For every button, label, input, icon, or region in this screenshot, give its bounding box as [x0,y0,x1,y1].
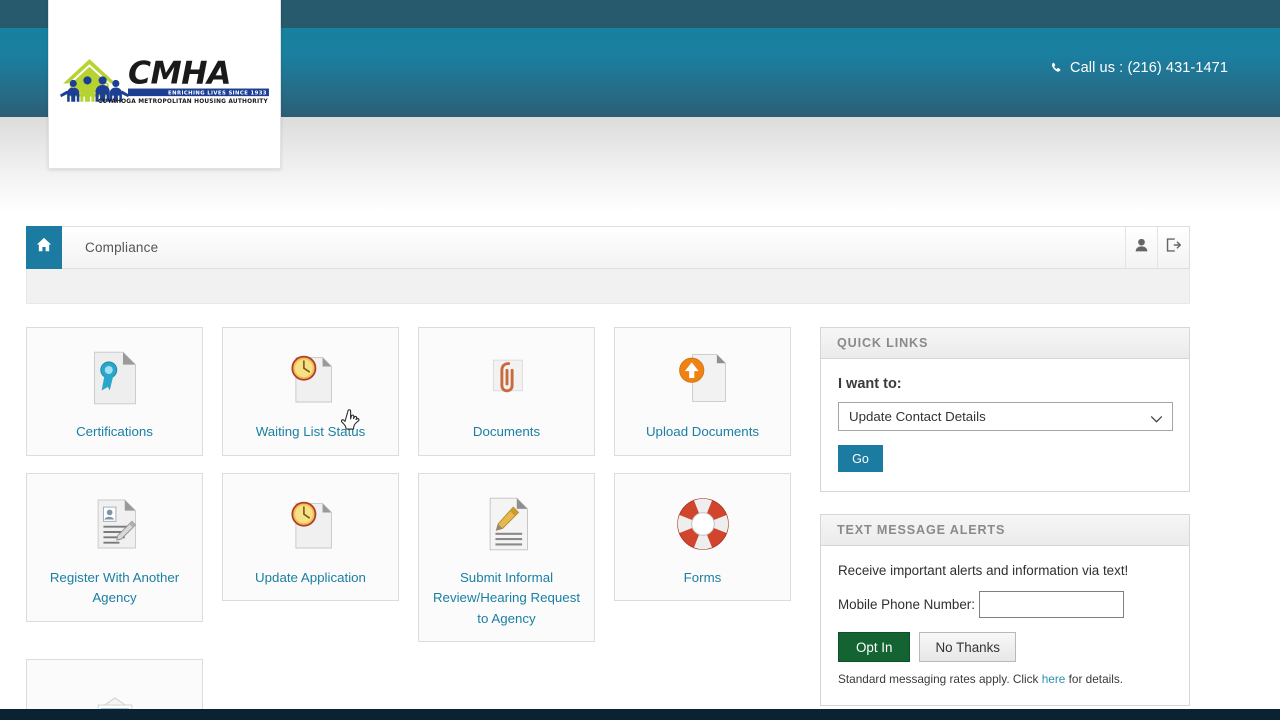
certificate-document-icon [35,344,194,412]
quick-links-select[interactable]: Update Contact Details [838,402,1173,431]
tile-label: Register With Another Agency [35,568,194,609]
tiles-row-1: Certifications Waiting L [26,327,801,456]
tiles-row-2: Register With Another Agency [26,473,801,643]
clock-document-icon [231,490,390,558]
text-alerts-buttons: Opt In No Thanks [838,632,1172,662]
text-alerts-body: Receive important alerts and information… [821,546,1189,705]
breadcrumb-actions [1125,227,1189,268]
chevron-down-icon [1150,412,1163,427]
tile-documents[interactable]: Documents [418,327,595,456]
user-account-button[interactable] [1125,227,1157,268]
side-panels: QUICK LINKS I want to: Update Contact De… [820,327,1190,720]
breadcrumb: Compliance [26,226,1190,269]
fine-print-before: Standard messaging rates apply. Click [838,672,1042,686]
bottom-bar [0,709,1280,720]
go-button[interactable]: Go [838,445,883,472]
text-message-alerts-panel: TEXT MESSAGE ALERTS Receive important al… [820,514,1190,706]
page-root: Call us : (216) 431-1471 CMHA ENRICHING … [0,0,1280,720]
logout-button[interactable] [1157,227,1189,268]
mobile-phone-label: Mobile Phone Number: [838,597,975,612]
cmha-logo: CMHA ENRICHING LIVES SINCE 1933 CUYAHOGA… [58,50,271,110]
clock-document-icon [231,344,390,412]
text-alerts-intro: Receive important alerts and information… [838,563,1172,578]
text-alerts-title: TEXT MESSAGE ALERTS [821,515,1189,546]
tile-submit-informal-review[interactable]: Submit Informal Review/Hearing Request t… [418,473,595,643]
tile-waiting-list-status[interactable]: Waiting List Status [222,327,399,456]
tile-label: Submit Informal Review/Hearing Request t… [427,568,586,630]
opt-in-button[interactable]: Opt In [838,632,910,662]
mobile-phone-row: Mobile Phone Number: [838,591,1172,618]
tiles-grid: Certifications Waiting L [26,327,801,720]
life-ring-icon [623,490,782,558]
user-icon [1134,238,1149,258]
tile-update-application[interactable]: Update Application [222,473,399,602]
breadcrumb-strip [26,269,1190,304]
tile-label: Certifications [35,422,194,443]
id-document-pencil-icon [35,490,194,558]
upload-document-icon [623,344,782,412]
paperclip-icon [427,344,586,412]
quick-links-body: I want to: Update Contact Details Go [821,359,1189,491]
text-alerts-fine-print: Standard messaging rates apply. Click he… [838,672,1172,686]
no-thanks-button[interactable]: No Thanks [919,632,1016,662]
pencil-document-icon [427,490,586,558]
quick-links-panel: QUICK LINKS I want to: Update Contact De… [820,327,1190,492]
svg-text:ENRICHING LIVES SINCE 1933: ENRICHING LIVES SINCE 1933 [168,91,267,97]
call-us-block: Call us : (216) 431-1471 [1050,60,1228,76]
tile-upload-documents[interactable]: Upload Documents [614,327,791,456]
sign-out-icon [1165,237,1182,258]
tile-label: Update Application [231,568,390,589]
mobile-phone-input[interactable] [979,591,1124,618]
quick-links-title: QUICK LINKS [821,328,1189,359]
main-body: Certifications Waiting L [26,327,1190,720]
home-button[interactable] [26,226,62,269]
svg-text:CUYAHOGA METROPOLITAN HOUSING: CUYAHOGA METROPOLITAN HOUSING AUTHORITY [98,99,268,105]
tile-label: Upload Documents [623,422,782,443]
content-area: Compliance [26,226,1190,720]
home-icon [36,237,52,258]
tile-forms[interactable]: Forms [614,473,791,602]
fine-print-after: for details. [1065,672,1123,686]
here-link[interactable]: here [1042,672,1066,686]
tile-label: Waiting List Status [231,422,390,443]
tile-label: Forms [623,568,782,589]
breadcrumb-label: Compliance [62,227,158,268]
call-us-label: Call us : (216) 431-1471 [1070,60,1228,76]
phone-icon [1050,62,1063,75]
svg-text:CMHA: CMHA [128,56,231,92]
quick-links-select-value: Update Contact Details [849,409,986,424]
tile-label: Documents [427,422,586,443]
tile-certifications[interactable]: Certifications [26,327,203,456]
logo-card[interactable]: CMHA ENRICHING LIVES SINCE 1933 CUYAHOGA… [48,0,281,169]
tile-register-with-another-agency[interactable]: Register With Another Agency [26,473,203,622]
i-want-to-label: I want to: [838,376,1172,392]
